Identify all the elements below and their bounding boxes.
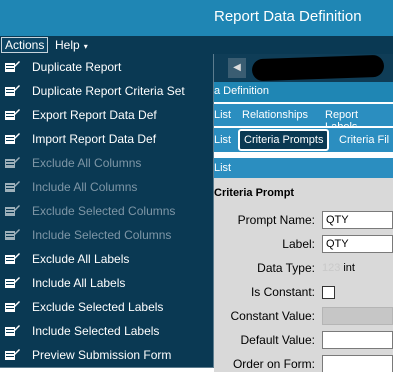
panel-header: a Definition xyxy=(214,82,393,102)
report-edit-icon xyxy=(5,349,20,360)
list-bar: List xyxy=(214,158,393,178)
section-title: Criteria Prompt xyxy=(214,187,295,199)
menu-item-label: Preview Submission Form xyxy=(32,348,172,362)
menu-item-label: Include All Labels xyxy=(32,276,126,290)
report-edit-icon xyxy=(5,85,20,96)
menu-item-include-all-labels[interactable]: Include All Labels xyxy=(0,271,213,295)
is-constant-label: Is Constant: xyxy=(250,285,315,299)
report-edit-icon xyxy=(5,325,20,336)
tab-list[interactable]: List xyxy=(214,109,231,121)
menu-item-import-report-data-def[interactable]: Import Report Data Def xyxy=(0,127,213,151)
order-on-form-field[interactable] xyxy=(322,355,393,372)
menu-item-include-selected-labels[interactable]: Include Selected Labels xyxy=(0,319,213,343)
menu-item-preview-submission-form[interactable]: Preview Submission Form xyxy=(0,343,213,367)
default-value-label: Default Value: xyxy=(240,333,316,347)
report-edit-icon xyxy=(5,253,20,264)
menu-item-exclude-selected-labels[interactable]: Exclude Selected Labels xyxy=(0,295,213,319)
order-on-form-label: Order on Form: xyxy=(232,357,315,371)
prompt-name-label: Prompt Name: xyxy=(237,213,315,227)
label-field[interactable]: QTY xyxy=(322,235,393,253)
prompt-name-field[interactable]: QTY xyxy=(322,211,393,229)
data-type-label: Data Type: xyxy=(257,261,315,275)
menu-item-label: Import Report Data Def xyxy=(32,132,157,146)
menu-item-label: Exclude All Labels xyxy=(32,252,130,266)
menu-item-label: Include Selected Columns xyxy=(32,228,172,242)
menu-bar: Actions Help ▾ xyxy=(0,36,393,54)
report-edit-icon xyxy=(5,277,20,288)
chevron-down-icon: ▾ xyxy=(83,42,88,51)
tabs-row-2: List Criteria Prompts Criteria Fil xyxy=(214,128,393,152)
report-definition-panel: ◀ a Definition List Relationships Report… xyxy=(214,54,393,372)
title-bar: Report Data Definition xyxy=(0,0,393,36)
report-edit-icon xyxy=(5,109,20,120)
menu-item-exclude-all-labels[interactable]: Exclude All Labels xyxy=(0,247,213,271)
report-edit-icon xyxy=(5,133,20,144)
tab-relationships[interactable]: Relationships xyxy=(242,109,308,121)
nav-back-icon[interactable]: ◀ xyxy=(228,58,246,78)
menu-item-duplicate-report[interactable]: Duplicate Report xyxy=(0,55,213,79)
tab-criteria-list[interactable]: List xyxy=(214,134,231,146)
menu-item-export-report-data-def[interactable]: Export Report Data Def xyxy=(0,103,213,127)
redacted-area xyxy=(251,54,385,82)
window-title: Report Data Definition xyxy=(214,8,362,25)
menu-item-label: Include All Columns xyxy=(32,180,138,194)
actions-dropdown: Duplicate Report Duplicate Report Criter… xyxy=(0,54,214,368)
actions-menu[interactable]: Actions xyxy=(1,37,49,53)
is-constant-checkbox[interactable] xyxy=(322,286,335,299)
menu-item-label: Include Selected Labels xyxy=(32,324,160,338)
default-value-field[interactable] xyxy=(322,331,393,349)
menu-item-include-all-columns: Include All Columns xyxy=(0,175,213,199)
data-type-text: int xyxy=(343,262,355,274)
report-edit-icon xyxy=(5,229,20,240)
menu-item-label: Exclude Selected Labels xyxy=(32,300,164,314)
menu-item-exclude-all-columns: Exclude All Columns xyxy=(0,151,213,175)
help-menu-label: Help xyxy=(55,38,80,52)
report-edit-icon xyxy=(5,181,20,192)
label-label: Label: xyxy=(282,237,315,251)
constant-value-field xyxy=(322,307,393,325)
report-edit-icon xyxy=(5,61,20,72)
report-edit-icon xyxy=(5,157,20,168)
list-bar-label[interactable]: List xyxy=(214,162,231,174)
panel-header-title: a Definition xyxy=(214,85,270,97)
menu-item-label: Exclude Selected Columns xyxy=(32,204,176,218)
criteria-prompt-form: Criteria Prompt Prompt Name: QTY Label: … xyxy=(214,178,393,372)
toolbar: ◀ xyxy=(214,54,393,82)
data-type-value: 123 int xyxy=(322,262,355,274)
tab-criteria-filters[interactable]: Criteria Fil xyxy=(339,134,389,146)
menu-item-label: Exclude All Columns xyxy=(32,156,142,170)
menu-item-exclude-selected-columns: Exclude Selected Columns xyxy=(0,199,213,223)
menu-item-include-selected-columns: Include Selected Columns xyxy=(0,223,213,247)
menu-item-duplicate-criteria-set[interactable]: Duplicate Report Criteria Set xyxy=(0,79,213,103)
menu-item-label: Duplicate Report xyxy=(32,60,122,74)
report-edit-icon xyxy=(5,301,20,312)
help-menu[interactable]: Help ▾ xyxy=(52,37,91,53)
tab-criteria-prompts[interactable]: Criteria Prompts xyxy=(238,129,330,151)
menu-item-label: Export Report Data Def xyxy=(32,108,157,122)
constant-value-label: Constant Value: xyxy=(230,309,316,323)
tabs-row-1: List Relationships Report Labels xyxy=(214,104,393,133)
report-edit-icon xyxy=(5,205,20,216)
menu-item-label: Duplicate Report Criteria Set xyxy=(32,84,185,98)
numeric-type-icon: 123 xyxy=(322,262,341,274)
